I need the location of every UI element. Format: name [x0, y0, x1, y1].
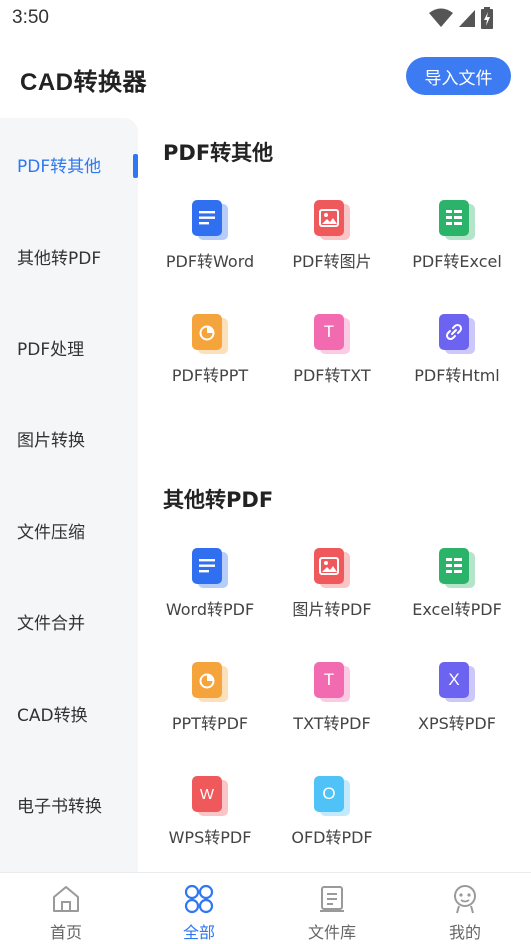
icon-tile [439, 314, 469, 350]
icon-tile [314, 200, 344, 236]
status-bar: 3:50 [0, 0, 531, 36]
ppt-icon [192, 662, 232, 706]
tool-wps-to-pdf[interactable]: W WPS转PDF [150, 776, 270, 866]
tool-pdf-to-html[interactable]: PDF转Html [397, 314, 517, 404]
sidebar-item-cad-conversion[interactable]: CAD转换 [0, 685, 138, 741]
sidebar-item-label: 文件合并 [17, 613, 85, 634]
wps-icon: W [192, 776, 232, 820]
nav-profile[interactable]: 我的 [399, 873, 531, 944]
grid-icon [184, 884, 214, 914]
sidebar-item-label: 其他转PDF [17, 248, 102, 269]
sidebar-item-file-merge[interactable]: 文件合并 [0, 593, 138, 649]
sidebar-item-label: PDF处理 [17, 339, 85, 360]
tool-xps-to-pdf[interactable]: X XPS转PDF [397, 662, 517, 752]
tool-excel-to-pdf[interactable]: Excel转PDF [397, 548, 517, 638]
profile-icon [454, 885, 476, 914]
icon-tile: W [192, 776, 222, 812]
bottom-nav: 首页 全部 文件库 我的 [0, 872, 531, 944]
section-title-pdf-to-other: PDF转其他 [163, 141, 274, 165]
signal-icon [459, 10, 475, 27]
excel-icon [439, 548, 479, 592]
active-indicator [133, 154, 138, 178]
tool-txt-to-pdf[interactable]: T TXT转PDF [272, 662, 392, 752]
tool-label: PPT转PDF [171, 714, 249, 733]
tool-label: PDF转Html [414, 366, 500, 385]
image-icon [314, 200, 354, 244]
tool-label: PDF转PPT [171, 366, 249, 385]
tool-pdf-to-txt[interactable]: T PDF转TXT [272, 314, 392, 404]
icon-tile: T [314, 314, 344, 350]
sidebar-item-label: PDF转其他 [17, 156, 102, 177]
nav-home[interactable]: 首页 [0, 873, 132, 944]
txt-icon: T [314, 314, 354, 358]
excel-icon [439, 200, 479, 244]
sidebar-item-image-conversion[interactable]: 图片转换 [0, 410, 138, 466]
sidebar-item-pdf-processing[interactable]: PDF处理 [0, 319, 138, 375]
tool-label: OFD转PDF [291, 828, 373, 847]
icon-tile [439, 200, 469, 236]
txt-icon: T [314, 662, 354, 706]
tool-label: PDF转TXT [293, 366, 371, 385]
tool-image-to-pdf[interactable]: 图片转PDF [272, 548, 392, 638]
icon-tile [192, 548, 222, 584]
nav-all[interactable]: 全部 [133, 873, 265, 944]
nav-label: 我的 [448, 923, 481, 942]
word-icon [192, 548, 232, 592]
file-library-icon [320, 886, 344, 912]
tool-word-to-pdf[interactable]: Word转PDF [150, 548, 270, 638]
tool-label: PDF转Word [165, 252, 255, 271]
word-icon [192, 200, 232, 244]
header: CAD转换器 导入文件 [0, 40, 531, 112]
icon-tile: X [439, 662, 469, 698]
nav-label: 文件库 [307, 923, 356, 942]
sidebar-item-label: CAD转换 [17, 705, 88, 726]
sidebar-item-label: 图片转换 [17, 430, 85, 451]
sidebar-item-label: 电子书转换 [17, 796, 102, 817]
tool-ofd-to-pdf[interactable]: O OFD转PDF [272, 776, 392, 866]
tool-label: PDF转Excel [412, 252, 502, 271]
home-icon [53, 886, 79, 912]
icon-tile [439, 548, 469, 584]
image-icon [314, 548, 354, 592]
tool-label: PDF转图片 [292, 252, 372, 271]
tool-label: Excel转PDF [412, 600, 502, 619]
status-time: 3:50 [12, 7, 49, 28]
import-file-button[interactable]: 导入文件 [406, 57, 511, 95]
icon-tile: T [314, 662, 344, 698]
tool-label: XPS转PDF [418, 714, 496, 733]
icon-tile [314, 548, 344, 584]
ppt-icon [192, 314, 232, 358]
sidebar-item-ebook-conversion[interactable]: 电子书转换 [0, 776, 138, 832]
tool-label: Word转PDF [165, 600, 255, 619]
wifi-icon [429, 8, 453, 27]
status-icons [429, 7, 493, 29]
nav-label: 首页 [49, 923, 82, 942]
tool-label: WPS转PDF [168, 828, 252, 847]
tool-pdf-to-word[interactable]: PDF转Word [150, 200, 270, 290]
sidebar-item-label: 文件压缩 [17, 522, 85, 543]
tool-label: TXT转PDF [293, 714, 371, 733]
sidebar-item-pdf-to-other[interactable]: PDF转其他 [0, 136, 138, 192]
icon-tile [192, 662, 222, 698]
tool-pdf-to-image[interactable]: PDF转图片 [272, 200, 392, 290]
tool-pdf-to-ppt[interactable]: PDF转PPT [150, 314, 270, 404]
sidebar-item-other-to-pdf[interactable]: 其他转PDF [0, 228, 138, 284]
nav-label: 全部 [182, 923, 215, 942]
tool-pdf-to-excel[interactable]: PDF转Excel [397, 200, 517, 290]
link-icon [439, 314, 479, 358]
category-sidebar: PDF转其他 其他转PDF PDF处理 图片转换 文件压缩 文件合并 CAD转换… [0, 118, 138, 878]
app-title: CAD转换器 [20, 69, 147, 96]
tool-label: 图片转PDF [292, 600, 372, 619]
ofd-icon: O [314, 776, 354, 820]
battery-icon [481, 7, 493, 29]
icon-tile: O [314, 776, 344, 812]
tool-ppt-to-pdf[interactable]: PPT转PDF [150, 662, 270, 752]
icon-tile [192, 314, 222, 350]
section-title-other-to-pdf: 其他转PDF [163, 488, 274, 512]
sidebar-item-file-compression[interactable]: 文件压缩 [0, 502, 138, 558]
nav-file-library[interactable]: 文件库 [266, 873, 398, 944]
icon-tile [192, 200, 222, 236]
xps-icon: X [439, 662, 479, 706]
